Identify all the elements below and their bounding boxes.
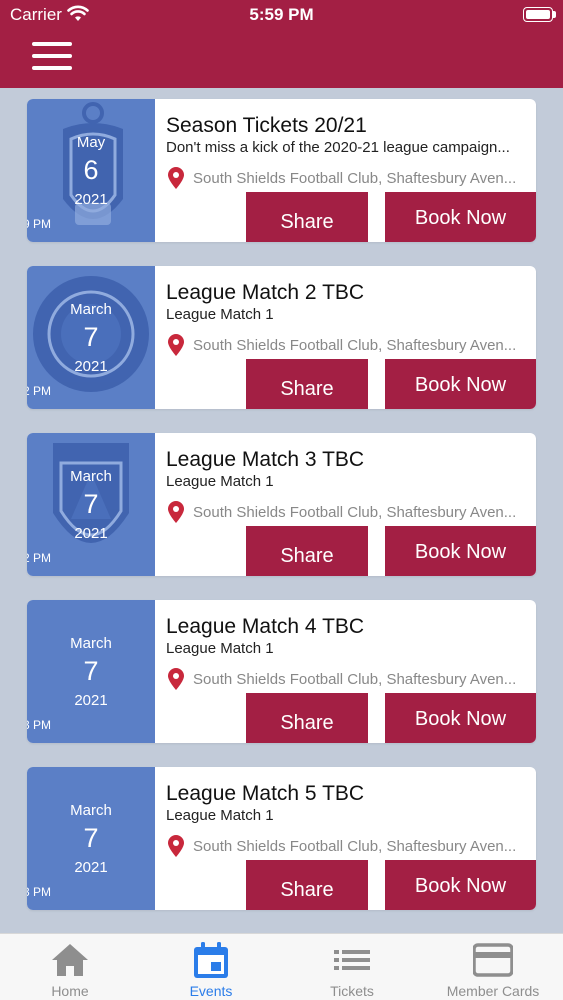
tab-tickets-label: Tickets [330,983,374,999]
event-subtitle: League Match 1 [166,807,274,824]
event-day: 7 [83,823,99,853]
hamburger-menu-icon[interactable] [32,42,72,70]
event-month: March [70,301,112,318]
event-subtitle: League Match 1 [166,640,274,657]
credit-card-icon [473,943,513,977]
event-card[interactable]: March 7 2021 3 PM League Match 4 TBC Lea… [27,600,536,743]
book-now-button[interactable]: Book Now [385,526,536,576]
event-time: 3 PM [27,718,52,732]
share-button[interactable]: Share [246,192,368,242]
event-month: March [70,802,112,819]
event-time: 3 PM [27,885,52,899]
event-title: League Match 5 TBC [166,782,365,805]
tab-events[interactable]: Events [141,934,281,1000]
event-day: 7 [83,656,99,686]
event-subtitle: Don't miss a kick of the 2020-21 league … [166,139,510,156]
location-pin-icon [168,334,184,356]
event-title: League Match 3 TBC [166,448,365,471]
event-date-panel: March 7 2021 3 PM [27,767,155,910]
share-button[interactable]: Share [246,860,368,910]
event-title: Season Tickets 20/21 [166,114,367,137]
tab-home-label: Home [51,983,89,999]
event-month: March [70,468,112,485]
event-date-panel: March 7 2021 2 PM [27,433,155,576]
share-button[interactable]: Share [246,526,368,576]
event-date-panel: March 7 2021 2 PM [27,266,155,409]
battery-tip [553,11,556,18]
event-location: South Shields Football Club, Shaftesbury… [193,170,517,187]
event-title: League Match 4 TBC [166,615,365,638]
event-location: South Shields Football Club, Shaftesbury… [193,838,517,855]
event-card[interactable]: May 6 2021 9 PM Season Tickets 20/21 Don… [27,99,536,242]
event-year: 2021 [74,525,108,542]
book-now-button[interactable]: Book Now [385,693,536,743]
event-date-panel: March 7 2021 3 PM [27,600,155,743]
event-date-panel: May 6 2021 9 PM [27,99,155,242]
event-day: 7 [83,322,99,352]
event-year: 2021 [74,358,108,375]
book-now-button[interactable]: Book Now [385,359,536,409]
status-bar: Carrier 5:59 PM [0,0,563,30]
event-location: South Shields Football Club, Shaftesbury… [193,337,517,354]
event-location: South Shields Football Club, Shaftesbury… [193,504,517,521]
event-month: March [70,635,112,652]
location-pin-icon [168,167,184,189]
event-card[interactable]: March 7 2021 3 PM League Match 5 TBC Lea… [27,767,536,910]
tab-tickets[interactable]: Tickets [282,934,422,1000]
event-time: 2 PM [27,384,52,398]
event-title: League Match 2 TBC [166,281,365,304]
status-time: 5:59 PM [249,5,314,24]
tab-events-label: Events [189,983,233,999]
event-year: 2021 [74,692,108,709]
event-year: 2021 [74,859,108,876]
event-location: South Shields Football Club, Shaftesbury… [193,671,517,688]
location-pin-icon [168,668,184,690]
battery-icon [523,7,553,22]
app-header: Carrier 5:59 PM [0,0,563,88]
event-time: 9 PM [27,217,52,231]
share-button[interactable]: Share [246,359,368,409]
home-icon [52,944,88,976]
tab-home[interactable]: Home [0,934,140,1000]
tab-member-cards[interactable]: Member Cards [423,934,563,1000]
location-pin-icon [168,835,184,857]
bottom-tab-bar: Home Events Tickets Member Cards [0,933,563,1000]
event-subtitle: League Match 1 [166,306,274,323]
list-icon [334,950,370,970]
event-card[interactable]: March 7 2021 2 PM League Match 2 TBC Lea… [27,266,536,409]
event-day: 7 [83,489,99,519]
book-now-button[interactable]: Book Now [385,860,536,910]
event-card[interactable]: March 7 2021 2 PM League Match 3 TBC Lea… [27,433,536,576]
book-now-button[interactable]: Book Now [385,192,536,242]
event-subtitle: League Match 1 [166,473,274,490]
event-month: May [76,134,106,151]
event-list[interactable]: May 6 2021 9 PM Season Tickets 20/21 Don… [0,88,563,933]
event-day: 6 [83,155,99,185]
share-button[interactable]: Share [246,693,368,743]
event-year: 2021 [74,191,108,208]
event-time: 2 PM [27,551,52,565]
calendar-icon [194,942,228,978]
tab-member-cards-label: Member Cards [446,983,540,999]
location-pin-icon [168,501,184,523]
